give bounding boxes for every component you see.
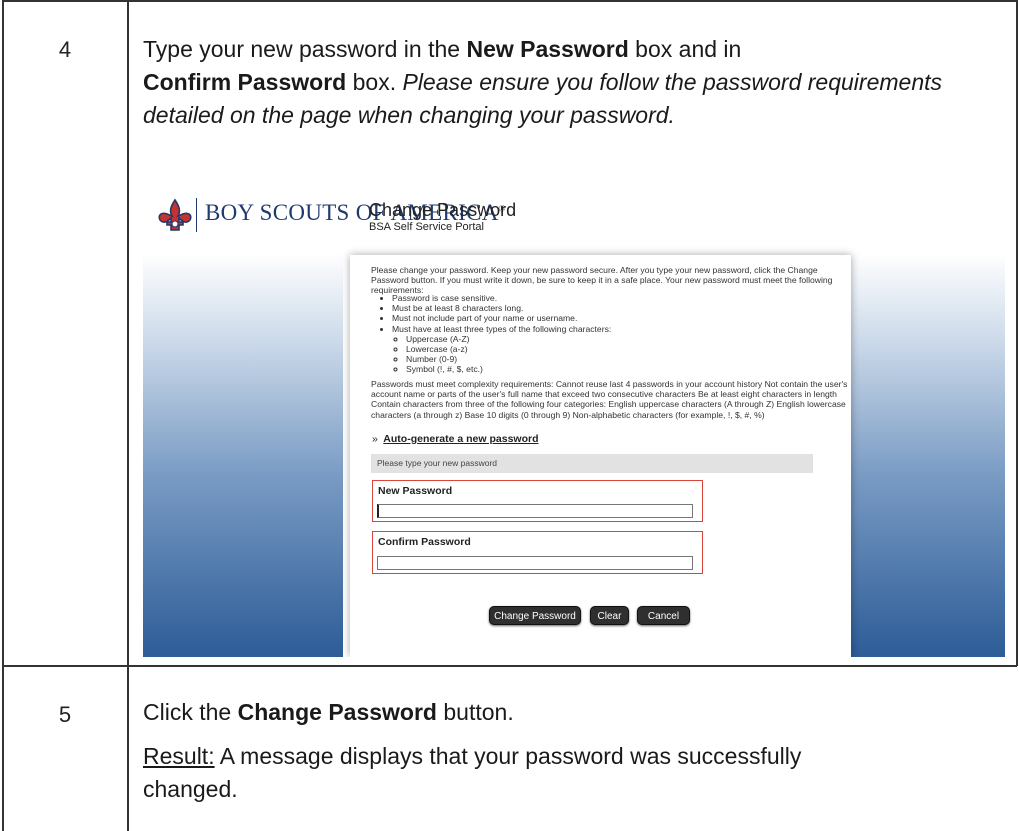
step-text-bold: Change Password xyxy=(237,699,437,725)
clear-button[interactable]: Clear xyxy=(590,606,629,625)
result-label: Result: xyxy=(143,743,215,769)
list-item: Must have at least three types of the fo… xyxy=(392,324,820,375)
list-item: Must be at least 8 characters long. xyxy=(392,303,820,313)
step-text: box and in xyxy=(628,36,742,62)
table-row-divider xyxy=(2,665,1017,667)
table-left-border xyxy=(2,0,4,831)
confirm-password-field[interactable] xyxy=(377,556,693,570)
table-right-border xyxy=(1016,0,1018,666)
intro-text: Please change your password. Keep your n… xyxy=(371,265,833,296)
auto-generate-password-link[interactable]: Auto-generate a new password xyxy=(383,433,538,445)
list-item: Uppercase (A-Z) xyxy=(406,334,820,344)
result-text: A message displays that your password wa… xyxy=(143,743,802,802)
step-result: Result: A message displays that your pas… xyxy=(143,740,863,806)
cancel-button[interactable]: Cancel xyxy=(637,606,690,625)
embedded-screenshot: BOY SCOUTS OF AMERICA® Change Password B… xyxy=(143,198,1005,657)
step-text: Click the xyxy=(143,699,238,725)
requirements-list: Password is case sensitive. Must be at l… xyxy=(380,293,820,375)
new-password-field[interactable] xyxy=(377,504,693,518)
complexity-text: Passwords must meet complexity requireme… xyxy=(371,379,848,420)
fleur-de-lis-icon xyxy=(158,198,192,231)
step-number: 5 xyxy=(58,702,72,727)
step-number: 4 xyxy=(58,37,72,62)
logo-separator xyxy=(196,198,197,232)
list-item: Must not include part of your name or us… xyxy=(392,313,820,323)
list-item: Number (0-9) xyxy=(406,354,820,364)
step-text-bold: New Password xyxy=(466,36,629,62)
new-password-label: New Password xyxy=(378,485,453,497)
table-top-border xyxy=(2,0,1017,2)
change-password-button[interactable]: Change Password xyxy=(489,606,581,625)
autogen-row: » Auto-generate a new password xyxy=(372,433,539,445)
page-title: Change Password xyxy=(369,200,517,220)
confirm-password-label: Confirm Password xyxy=(378,536,471,548)
page-background-gradient xyxy=(143,198,343,657)
instruction-document: 4 Type your new password in the New Pass… xyxy=(0,0,1019,831)
confirm-password-group: Confirm Password xyxy=(372,531,703,574)
chevron-right-icon: » xyxy=(372,433,378,445)
list-item: Lowercase (a-z) xyxy=(406,344,820,354)
step-text: Type your new password in the xyxy=(143,36,467,62)
step-text: box. xyxy=(346,69,403,95)
step-text-bold: Confirm Password xyxy=(143,69,347,95)
table-column-divider xyxy=(127,0,129,831)
hint-bar: Please type your new password xyxy=(371,454,813,473)
page-subtitle: BSA Self Service Portal xyxy=(369,221,484,233)
step-instruction: Click the Change Password button. xyxy=(143,696,1013,729)
new-password-group: New Password xyxy=(372,480,703,522)
list-item: Password is case sensitive. xyxy=(392,293,820,303)
step-instruction: Type your new password in the New Passwo… xyxy=(143,33,1013,132)
step-text: button. xyxy=(436,699,514,725)
list-item: Symbol (!, #, $, etc.) xyxy=(406,364,820,374)
